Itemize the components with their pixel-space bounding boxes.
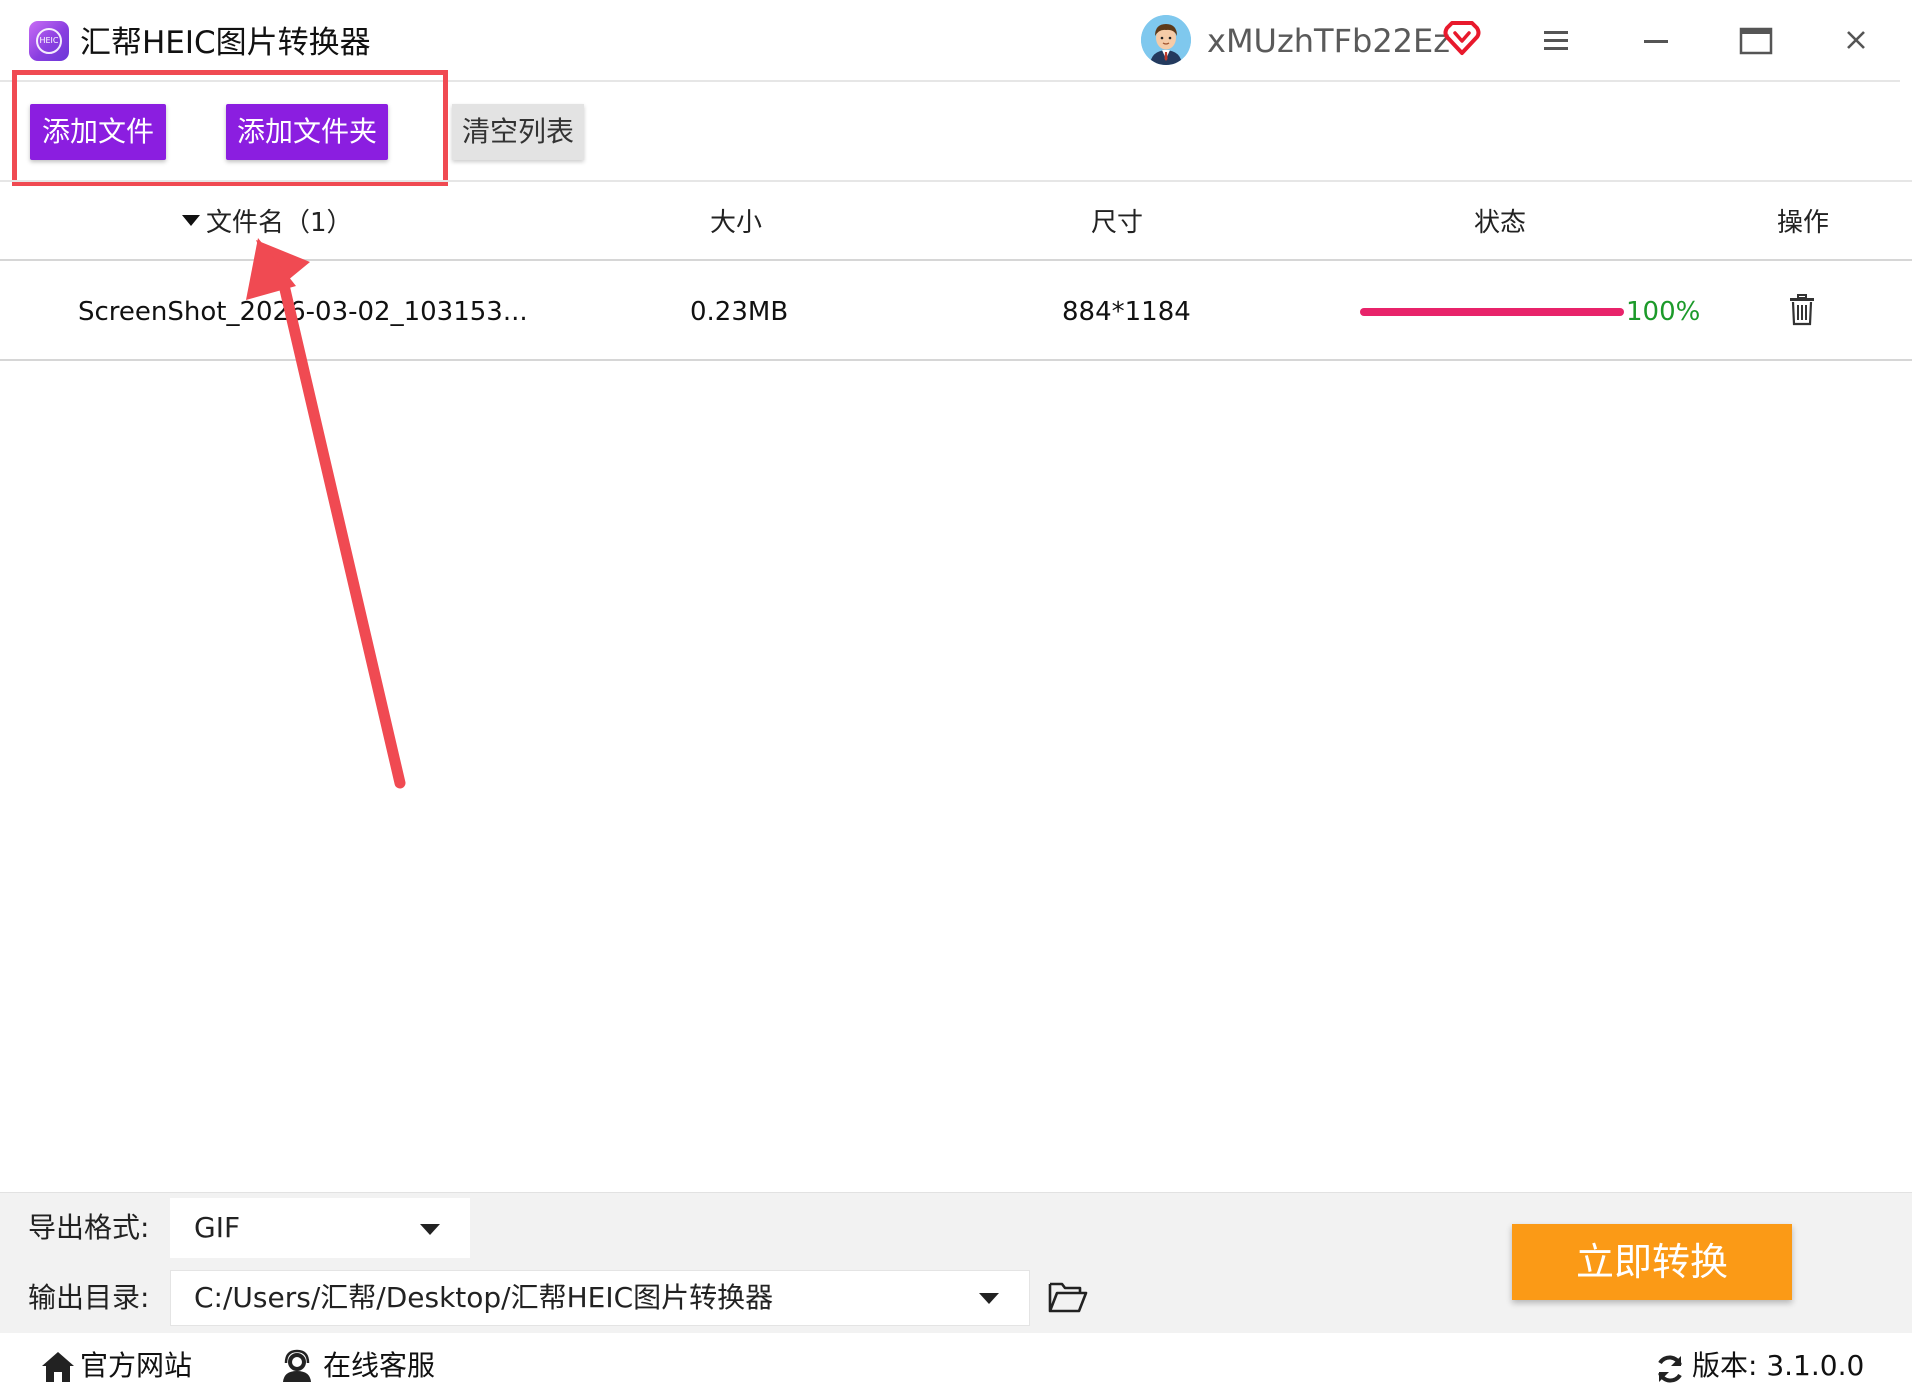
convert-now-button[interactable]: 立即转换: [1512, 1224, 1792, 1300]
progress-bar-fill: [1360, 308, 1624, 316]
toolbar-divider: [0, 180, 1912, 182]
avatar[interactable]: [1141, 15, 1191, 65]
official-website-link[interactable]: 官方网站: [80, 1344, 192, 1388]
vip-heart-icon[interactable]: [1443, 20, 1481, 56]
output-dir-value: C:/Users/汇帮/Desktop/汇帮HEIC图片转换器: [194, 1281, 774, 1314]
progress-bar: [1360, 308, 1624, 316]
column-header-filename-label: 文件名（1）: [206, 208, 353, 238]
online-service-link[interactable]: 在线客服: [323, 1344, 435, 1388]
row-divider: [0, 359, 1912, 361]
column-header-dimensions: 尺寸: [1091, 208, 1144, 238]
file-name: ScreenShot_2026-03-02_103153...: [78, 297, 528, 327]
file-size: 0.23MB: [690, 297, 789, 327]
app-title: 汇帮HEIC图片转换器: [80, 25, 371, 61]
file-dimensions: 884*1184: [1062, 297, 1191, 327]
column-header-status: 状态: [1474, 208, 1527, 238]
sort-triangle-icon: [182, 215, 200, 226]
header-divider: [0, 259, 1912, 261]
support-icon[interactable]: [280, 1349, 314, 1383]
close-icon[interactable]: [1836, 20, 1876, 60]
app-logo-text: HEIC: [36, 28, 62, 54]
export-format-value: GIF: [194, 1211, 241, 1244]
home-icon[interactable]: [40, 1350, 76, 1384]
chevron-down-icon: [979, 1293, 999, 1304]
column-header-actions: 操作: [1777, 208, 1830, 238]
refresh-icon[interactable]: [1654, 1353, 1686, 1385]
annotation-highlight-box: [12, 70, 448, 186]
export-format-select[interactable]: GIF: [170, 1198, 470, 1258]
export-format-label: 导出格式:: [28, 1211, 150, 1244]
trash-icon[interactable]: [1788, 293, 1816, 327]
version-text: 版本: 3.1.0.0: [1692, 1349, 1865, 1382]
maximize-icon[interactable]: [1736, 20, 1776, 60]
menu-icon[interactable]: [1536, 20, 1576, 60]
progress-text: 100%: [1626, 297, 1701, 327]
chevron-down-icon: [420, 1224, 440, 1235]
minimize-icon[interactable]: [1636, 20, 1676, 60]
folder-open-icon[interactable]: [1048, 1280, 1088, 1314]
column-header-filename[interactable]: 文件名（1）: [182, 203, 353, 243]
app-logo: HEIC: [29, 21, 69, 61]
column-header-size: 大小: [710, 208, 763, 238]
output-dir-label: 输出目录:: [28, 1281, 150, 1314]
username[interactable]: xMUzhTFb22Ez: [1207, 18, 1450, 64]
output-dir-select[interactable]: C:/Users/汇帮/Desktop/汇帮HEIC图片转换器: [170, 1270, 1030, 1326]
clear-list-button[interactable]: 清空列表: [452, 104, 584, 160]
